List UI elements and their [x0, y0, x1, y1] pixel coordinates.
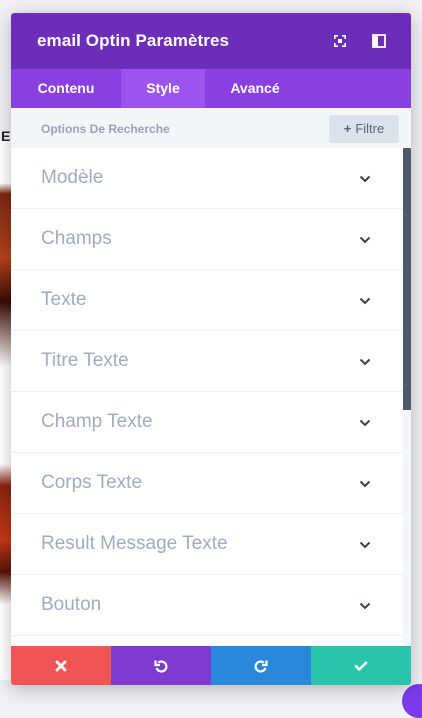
- chevron-down-icon: [359, 358, 371, 366]
- tab-contenu[interactable]: Contenu: [11, 69, 121, 108]
- redo-icon: [254, 660, 268, 673]
- section-label: Modèle: [41, 167, 104, 188]
- search-bar[interactable]: Options De Recherche + Filtre: [11, 108, 411, 148]
- tab-style[interactable]: Style: [121, 69, 205, 108]
- background-floating-button[interactable]: [402, 684, 422, 718]
- chevron-down-icon: [359, 419, 371, 427]
- check-icon: [354, 661, 368, 671]
- modal-header[interactable]: email Optin Paramètres: [11, 13, 411, 69]
- section-champs[interactable]: Champs: [11, 209, 403, 270]
- chevron-down-icon: [359, 541, 371, 549]
- section-label: Texte: [41, 289, 87, 310]
- section-texte[interactable]: Texte: [11, 270, 403, 331]
- split-view-icon[interactable]: [370, 32, 388, 50]
- chevron-down-icon: [359, 602, 371, 610]
- section-label: Bouton: [41, 594, 102, 615]
- chevron-down-icon: [359, 297, 371, 305]
- undo-button[interactable]: [111, 646, 211, 685]
- section-titre-texte[interactable]: Titre Texte: [11, 331, 403, 392]
- cancel-button[interactable]: [11, 646, 111, 685]
- scrollbar-thumb[interactable]: [403, 148, 411, 410]
- tab-bar: Contenu Style Avancé: [11, 69, 411, 108]
- chevron-down-icon: [359, 175, 371, 183]
- section-label: Champs: [41, 228, 112, 249]
- modal-footer: [11, 646, 411, 685]
- filter-label: Filtre: [355, 121, 385, 136]
- section-modele[interactable]: Modèle: [11, 148, 403, 209]
- section-result-message-texte[interactable]: Result Message Texte: [11, 514, 403, 575]
- search-input[interactable]: Options De Recherche: [41, 122, 170, 136]
- save-button[interactable]: [311, 646, 411, 685]
- expand-icon[interactable]: [331, 32, 349, 50]
- close-icon: [55, 660, 67, 672]
- section-corps-texte[interactable]: Corps Texte: [11, 453, 403, 514]
- section-champ-texte[interactable]: Champ Texte: [11, 392, 403, 453]
- section-label: Result Message Texte: [41, 533, 228, 554]
- section-label: Champ Texte: [41, 411, 153, 432]
- chevron-down-icon: [359, 236, 371, 244]
- background-page-text: E: [1, 128, 11, 144]
- tab-avance[interactable]: Avancé: [205, 69, 305, 108]
- redo-button[interactable]: [211, 646, 311, 685]
- filter-button[interactable]: + Filtre: [329, 115, 399, 143]
- chevron-down-icon: [359, 480, 371, 488]
- plus-icon: +: [343, 121, 352, 136]
- modal-title: email Optin Paramètres: [37, 31, 230, 50]
- section-label: Corps Texte: [41, 472, 143, 493]
- settings-modal: email Optin Paramètres Contenu Style Ava…: [11, 13, 411, 685]
- section-list: Modèle Champs Texte Titre Texte Champ Te…: [11, 148, 411, 646]
- section-label: Titre Texte: [41, 350, 129, 371]
- section-bouton[interactable]: Bouton: [11, 575, 403, 636]
- undo-icon: [154, 660, 168, 673]
